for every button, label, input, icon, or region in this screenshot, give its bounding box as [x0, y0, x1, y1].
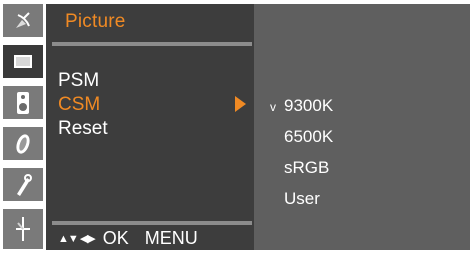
menu-item-csm[interactable]: CSM [46, 92, 254, 116]
submenu-item-9300k[interactable]: v 9300K [270, 96, 334, 120]
speaker-icon[interactable] [3, 86, 43, 119]
menu-item-label: PSM [58, 70, 100, 91]
menu-item-reset[interactable]: Reset [46, 116, 254, 140]
setup-tool-icon[interactable] [3, 168, 43, 201]
osd-menu: Picture PSM CSM Reset ▲▼ ◀▶ OK MENU v 93… [0, 0, 471, 253]
submenu-panel: v 9300K 6500K sRGB User [254, 4, 470, 250]
submenu-item-user[interactable]: User [284, 189, 320, 213]
submenu-item-label: 6500K [284, 127, 334, 146]
menu-hint: MENU [144, 227, 198, 248]
title-divider [52, 42, 252, 46]
footer-hints: ▲▼ ◀▶ OK MENU [58, 228, 198, 248]
submenu-item-srgb[interactable]: sRGB [284, 158, 329, 182]
picture-screen-icon[interactable] [3, 45, 43, 78]
submenu-item-label: User [284, 189, 320, 208]
input-antenna-icon[interactable] [3, 209, 43, 249]
submenu-item-label: 9300K [284, 96, 334, 115]
clock-icon[interactable] [3, 127, 43, 160]
menu-title: Picture [65, 11, 126, 32]
menu-item-label: Reset [58, 118, 108, 139]
submenu-item-label: sRGB [284, 158, 330, 177]
check-mark-icon: v [270, 100, 276, 114]
ok-hint: OK [102, 227, 129, 248]
category-icon-column [0, 0, 46, 253]
footer-divider [52, 221, 252, 225]
submenu-item-6500k[interactable]: 6500K [284, 127, 333, 151]
navigation-arrows-icon: ▲▼ ◀▶ [58, 232, 96, 245]
main-menu-panel: Picture PSM CSM Reset ▲▼ ◀▶ OK MENU [46, 4, 254, 250]
menu-item-label: CSM [58, 94, 101, 115]
satellite-dish-icon[interactable] [3, 4, 43, 37]
menu-item-psm[interactable]: PSM [46, 68, 254, 92]
submenu-arrow-icon [235, 96, 246, 112]
